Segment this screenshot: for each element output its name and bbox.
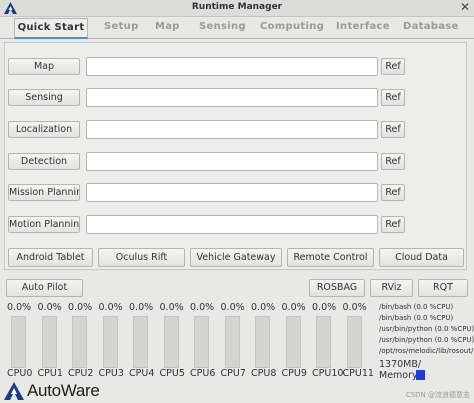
- cpu-bar: [102, 316, 118, 368]
- watermark: CSDN @流浪德意志: [405, 391, 470, 399]
- cpu-name: CPU1: [37, 368, 63, 379]
- tab-bar: Quick Start Setup Map Sensing Computing …: [0, 17, 474, 39]
- map-path-field[interactable]: [86, 57, 378, 76]
- sensing-path-field[interactable]: [86, 88, 378, 107]
- cpu-gauge: 0.0% CPU3: [99, 302, 129, 380]
- memory-label: Memory: [379, 370, 418, 381]
- cpu-gauge: 0.0% CPU5: [160, 302, 190, 380]
- autoware-logo-icon: [4, 382, 24, 400]
- cpu-gauge: 0.0% CPU0: [7, 302, 37, 380]
- cpu-gauge: 0.0% CPU9: [282, 302, 312, 380]
- rosbag-button[interactable]: ROSBAG: [309, 279, 365, 297]
- cpu-gauge: 0.0% CPU2: [68, 302, 98, 380]
- tab-sensing[interactable]: Sensing: [199, 21, 246, 37]
- cpu-bar: [194, 316, 209, 368]
- cpu-gauge: 0.0% CPU11: [342, 302, 374, 380]
- cpu-bar: [224, 316, 240, 368]
- mission-planning-ref-button[interactable]: Ref: [381, 184, 405, 201]
- cpu-percent: 0.0%: [220, 302, 245, 313]
- cpu-name: CPU2: [68, 368, 94, 379]
- motion-planning-path-field[interactable]: [86, 215, 378, 234]
- map-ref-button[interactable]: Ref: [381, 58, 405, 75]
- remote-control-button[interactable]: Remote Control: [287, 248, 374, 267]
- cpu-gauge: 0.0% CPU10: [312, 302, 344, 380]
- cpu-percent: 0.0%: [37, 302, 62, 313]
- cpu-percent: 0.0%: [68, 302, 93, 313]
- tab-map[interactable]: Map: [155, 21, 180, 37]
- cpu-name: CPU0: [7, 368, 33, 379]
- cpu-name: CPU8: [251, 368, 277, 379]
- tab-quick-start[interactable]: Quick Start: [14, 18, 88, 39]
- process-item: /bin/bash (0.0 %CPU): [379, 303, 454, 311]
- memory-bar: [416, 370, 425, 380]
- cpu-percent: 0.0%: [251, 302, 276, 313]
- cpu-bar: [133, 316, 148, 368]
- cpu-gauge: 0.0% CPU4: [129, 302, 159, 380]
- cpu-bar: [285, 316, 301, 368]
- rqt-button[interactable]: RQT: [418, 279, 468, 297]
- localization-path-field[interactable]: [86, 120, 378, 139]
- tab-computing[interactable]: Computing: [260, 21, 324, 37]
- oculus-rift-button[interactable]: Oculus Rift: [98, 248, 185, 267]
- tab-database[interactable]: Database: [403, 21, 459, 37]
- cpu-name: CPU7: [220, 368, 246, 379]
- cpu-gauge: 0.0% CPU6: [190, 302, 220, 380]
- sensing-button[interactable]: Sensing: [8, 89, 80, 106]
- brand-name: AutoWare: [27, 381, 100, 400]
- localization-button[interactable]: Localization: [8, 121, 80, 138]
- close-icon[interactable]: ✕: [460, 0, 470, 14]
- motion-planning-ref-button[interactable]: Ref: [381, 216, 405, 233]
- cpu-name: CPU3: [98, 368, 124, 379]
- cpu-name: CPU9: [281, 368, 307, 379]
- cpu-percent: 0.0%: [342, 302, 367, 313]
- cpu-bar: [255, 316, 270, 368]
- cpu-bar: [346, 316, 362, 368]
- cpu-name: CPU10: [312, 368, 344, 379]
- cpu-percent: 0.0%: [281, 302, 306, 313]
- rviz-button[interactable]: RViz: [370, 279, 413, 297]
- memory-usage-text: 1370MB/: [379, 359, 422, 370]
- cpu-name: CPU6: [190, 368, 216, 379]
- localization-ref-button[interactable]: Ref: [381, 121, 405, 138]
- cpu-gauge: 0.0% CPU8: [251, 302, 281, 380]
- process-item: /opt/ros/melodic/lib/rosout/rosout: [379, 347, 474, 355]
- map-button[interactable]: Map: [8, 58, 80, 75]
- process-item: /bin/bash (0.0 %CPU): [379, 314, 454, 322]
- cpu-percent: 0.0%: [159, 302, 184, 313]
- cpu-percent: 0.0%: [312, 302, 337, 313]
- cpu-name: CPU5: [159, 368, 185, 379]
- cpu-name: CPU4: [129, 368, 155, 379]
- auto-pilot-button[interactable]: Auto Pilot: [6, 279, 83, 297]
- cpu-bar: [163, 316, 179, 368]
- mission-planning-button[interactable]: Mission Planning: [8, 184, 80, 201]
- cpu-percent: 0.0%: [190, 302, 215, 313]
- detection-path-field[interactable]: [86, 152, 378, 171]
- motion-planning-button[interactable]: Motion Planning: [8, 216, 80, 233]
- title-bar: Runtime Manager ✕: [0, 0, 474, 17]
- android-tablet-button[interactable]: Android Tablet: [8, 248, 93, 267]
- cpu-gauge: 0.0% CPU7: [221, 302, 251, 380]
- mission-planning-path-field[interactable]: [86, 183, 378, 202]
- window-title: Runtime Manager: [191, 2, 283, 12]
- cpu-bar: [11, 316, 26, 368]
- cpu-gauge: 0.0% CPU1: [38, 302, 68, 380]
- vehicle-gateway-button[interactable]: Vehicle Gateway: [190, 248, 282, 267]
- cpu-percent: 0.0%: [7, 302, 32, 313]
- process-item: /usr/bin/python (0.0 %CPU): [379, 325, 474, 333]
- cpu-bar: [316, 316, 331, 368]
- tab-setup[interactable]: Setup: [104, 21, 139, 37]
- tab-interface[interactable]: Interface: [336, 21, 390, 37]
- cloud-data-button[interactable]: Cloud Data: [379, 248, 464, 267]
- detection-button[interactable]: Detection: [8, 153, 80, 170]
- cpu-bar: [72, 316, 87, 368]
- cpu-percent: 0.0%: [98, 302, 123, 313]
- cpu-name: CPU11: [342, 368, 374, 379]
- detection-ref-button[interactable]: Ref: [381, 153, 405, 170]
- cpu-percent: 0.0%: [129, 302, 154, 313]
- sensing-ref-button[interactable]: Ref: [381, 89, 405, 106]
- cpu-bar: [41, 316, 57, 368]
- process-item: /usr/bin/python (0.0 %CPU): [379, 336, 474, 344]
